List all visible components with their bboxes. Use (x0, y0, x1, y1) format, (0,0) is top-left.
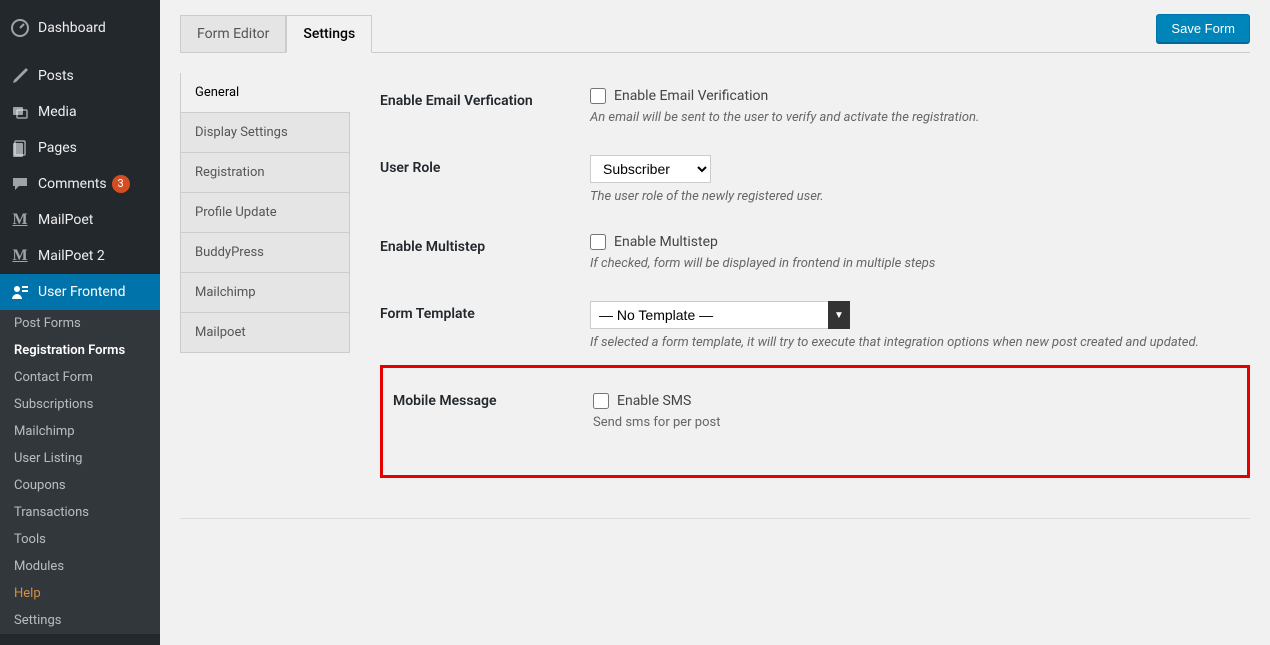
sidebar-item-label: User Frontend (38, 284, 125, 300)
checkbox-email-verification-label[interactable]: Enable Email Verification (590, 88, 1240, 104)
sidebar-item-label: Posts (38, 68, 74, 84)
save-form-button[interactable]: Save Form (1156, 14, 1250, 43)
sidebar-item-mailpoet2[interactable]: M MailPoet 2 (0, 238, 160, 274)
posts-icon (10, 66, 30, 86)
tab-form-editor[interactable]: Form Editor (180, 15, 286, 53)
sidebar-sub-mailchimp[interactable]: Mailchimp (0, 418, 160, 445)
vtab-buddypress[interactable]: BuddyPress (180, 232, 350, 273)
checkbox-multistep[interactable] (590, 234, 606, 250)
label-email-verification: Enable Email Verfication (380, 73, 580, 140)
comments-badge: 3 (112, 175, 130, 193)
vtab-display-settings[interactable]: Display Settings (180, 112, 350, 153)
sidebar-item-posts[interactable]: Posts (0, 58, 160, 94)
highlighted-section: Mobile Message Enable SMS Send sms for p… (380, 365, 1250, 478)
sidebar-item-label: Media (38, 104, 77, 120)
mailpoet-icon: M (10, 210, 30, 230)
comments-icon (10, 174, 30, 194)
sidebar-item-label: Comments (38, 176, 107, 192)
sidebar-item-label: Pages (38, 140, 77, 156)
sidebar-item-comments[interactable]: Comments 3 (0, 166, 160, 202)
checkbox-multistep-label[interactable]: Enable Multistep (590, 234, 1240, 250)
settings-vertical-tabs: General Display Settings Registration Pr… (180, 73, 350, 478)
sidebar-item-label: MailPoet 2 (38, 248, 105, 264)
sidebar-sub-contact-form[interactable]: Contact Form (0, 364, 160, 391)
vtab-general[interactable]: General (180, 73, 350, 113)
label-form-template: Form Template (380, 286, 580, 365)
checkbox-email-verification[interactable] (590, 88, 606, 104)
sidebar-sub-subscriptions[interactable]: Subscriptions (0, 391, 160, 418)
checkbox-sms-label[interactable]: Enable SMS (593, 393, 1237, 409)
label-user-role: User Role (380, 140, 580, 219)
select-form-template[interactable]: — No Template — (590, 301, 850, 329)
sidebar-sub-modules[interactable]: Modules (0, 553, 160, 580)
label-mobile-message: Mobile Message (383, 368, 583, 475)
vtab-mailpoet[interactable]: Mailpoet (180, 312, 350, 353)
checkbox-email-verification-text: Enable Email Verification (614, 88, 768, 104)
top-tabs: Form Editor Settings (180, 14, 1250, 53)
sidebar-item-user-frontend[interactable]: User Frontend (0, 274, 160, 310)
sidebar-item-mailpoet[interactable]: M MailPoet (0, 202, 160, 238)
sidebar-item-pages[interactable]: Pages (0, 130, 160, 166)
desc-multistep: If checked, form will be displayed in fr… (590, 256, 1240, 271)
checkbox-multistep-text: Enable Multistep (614, 234, 718, 250)
vtab-profile-update[interactable]: Profile Update (180, 192, 350, 233)
user-frontend-icon (10, 282, 30, 302)
main-content: Save Form Form Editor Settings General D… (160, 0, 1270, 645)
sidebar-sub-registration-forms[interactable]: Registration Forms (0, 337, 160, 364)
sidebar-sub-user-listing[interactable]: User Listing (0, 445, 160, 472)
sidebar-sub-settings[interactable]: Settings (0, 607, 160, 634)
desc-mobile-message: Send sms for per post (593, 415, 1237, 430)
sidebar-item-media[interactable]: Media (0, 94, 160, 130)
vtab-registration[interactable]: Registration (180, 152, 350, 193)
label-multistep: Enable Multistep (380, 219, 580, 286)
pages-icon (10, 138, 30, 158)
mailpoet-icon: M (10, 246, 30, 266)
sidebar-sub-transactions[interactable]: Transactions (0, 499, 160, 526)
sidebar-sub-coupons[interactable]: Coupons (0, 472, 160, 499)
media-icon (10, 102, 30, 122)
sidebar-item-dashboard[interactable]: Dashboard (0, 10, 160, 46)
desc-form-template: If selected a form template, it will try… (590, 335, 1240, 350)
desc-email-verification: An email will be sent to the user to ver… (590, 110, 1240, 125)
sidebar-sub-tools[interactable]: Tools (0, 526, 160, 553)
admin-sidebar: Dashboard Posts Media Pages Comments (0, 0, 160, 645)
tab-settings[interactable]: Settings (286, 15, 372, 53)
settings-panel: Enable Email Verfication Enable Email Ve… (350, 73, 1250, 478)
desc-user-role: The user role of the newly registered us… (590, 189, 1240, 204)
sidebar-item-label: Dashboard (38, 20, 106, 36)
select-user-role[interactable]: Subscriber (590, 155, 711, 183)
sidebar-sub-help[interactable]: Help (0, 580, 160, 607)
dashboard-icon (10, 18, 30, 38)
sidebar-item-label: MailPoet (38, 212, 93, 228)
checkbox-sms-text: Enable SMS (617, 393, 691, 409)
sidebar-sub-post-forms[interactable]: Post Forms (0, 310, 160, 337)
checkbox-sms[interactable] (593, 393, 609, 409)
vtab-mailchimp[interactable]: Mailchimp (180, 272, 350, 313)
